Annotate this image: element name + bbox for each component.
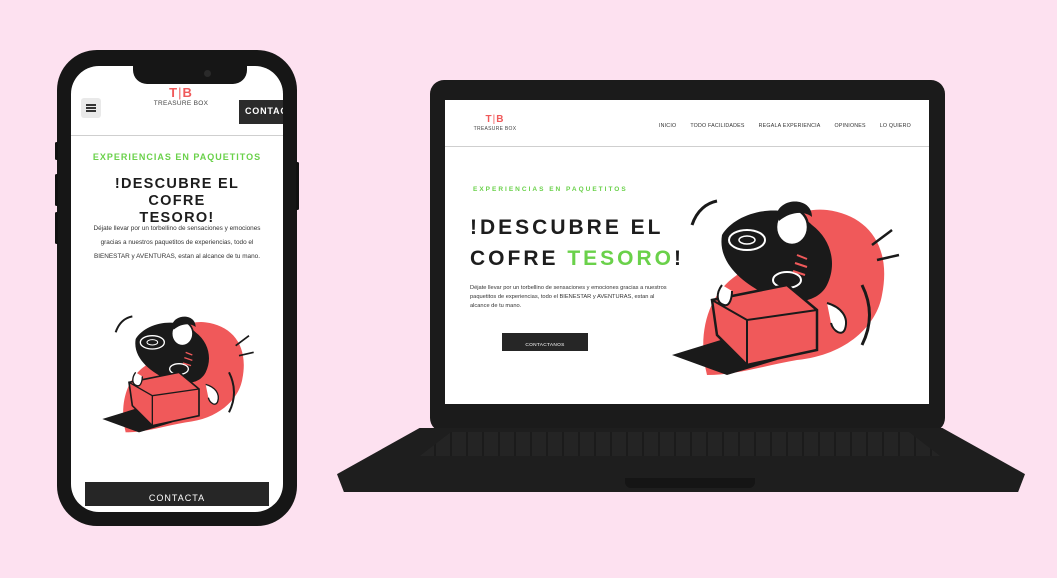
nav-link-facilidades[interactable]: TODO FACILIDADES [690,123,744,129]
logo-name: TREASURE BOX [153,100,209,107]
mobile-title-line1: !DESCUBRE EL COFRE [114,176,240,209]
desktop-hero-title: !DESCUBRE EL COFRE TESORO! [470,212,684,274]
logo-letter-t: T [485,114,493,125]
desktop-nav: INICIO TODO FACILIDADES REGALA EXPERIENC… [659,123,911,129]
treasure-chest-illustration [101,315,255,434]
header-contact-button[interactable]: CONTACTA [239,100,283,124]
mobile-hero-title: !DESCUBRE EL COFRE TESORO! [85,176,269,227]
mobile-kicker: EXPERIENCIAS EN PAQUETITOS [92,152,262,162]
mobile-contact-button[interactable]: CONTACTA [85,482,269,506]
hamburger-icon[interactable] [81,98,101,118]
desktop-logo[interactable]: T|B TREASURE BOX [473,114,517,132]
nav-link-inicio[interactable]: INICIO [659,123,676,129]
desktop-contact-button[interactable]: CONTACTANOS [502,333,588,351]
logo-letter-b: B [496,114,505,125]
laptop-keyboard [420,432,940,456]
title-word-tesoro: TESORO [567,247,675,270]
title-word-cofre: COFRE [470,247,568,270]
phone-mute-switch [55,142,58,160]
logo-name: TREASURE BOX [473,126,517,132]
phone-screen: T|B TREASURE BOX CONTACTA EXPERIENCIAS E… [71,66,283,512]
desktop-title-line2: COFRE TESORO! [470,243,684,274]
desktop-title-line1: !DESCUBRE EL [470,216,664,239]
laptop-screen: T|B TREASURE BOX INICIO TODO FACILIDADES… [445,100,929,404]
nav-link-regala[interactable]: REGALA EXPERIENCIA [759,123,821,129]
logo-letter-t: T [169,85,179,100]
treasure-chest-illustration [670,199,901,375]
desktop-header: T|B TREASURE BOX INICIO TODO FACILIDADES… [445,100,929,147]
desktop-kicker: EXPERIENCIAS EN PAQUETITOS [473,186,628,193]
logo-letter-b: B [182,85,193,100]
laptop-trackpad [625,478,755,488]
nav-link-lo-quiero[interactable]: LO QUIERO [880,123,911,129]
phone-volume-up [55,174,58,206]
mobile-hero-text: Déjate llevar por un torbellino de sensa… [93,225,261,260]
phone-mockup: T|B TREASURE BOX CONTACTA EXPERIENCIAS E… [55,50,299,526]
phone-notch [133,66,247,84]
phone-power-button [296,162,299,210]
phone-volume-down [55,212,58,244]
desktop-hero-text: Déjate llevar por un torbellino de sensa… [470,285,667,309]
camera-icon [204,70,211,77]
mobile-logo[interactable]: T|B TREASURE BOX [151,84,211,107]
mobile-header: T|B TREASURE BOX CONTACTA [71,84,283,136]
nav-link-opiniones[interactable]: OPINIONES [835,123,866,129]
